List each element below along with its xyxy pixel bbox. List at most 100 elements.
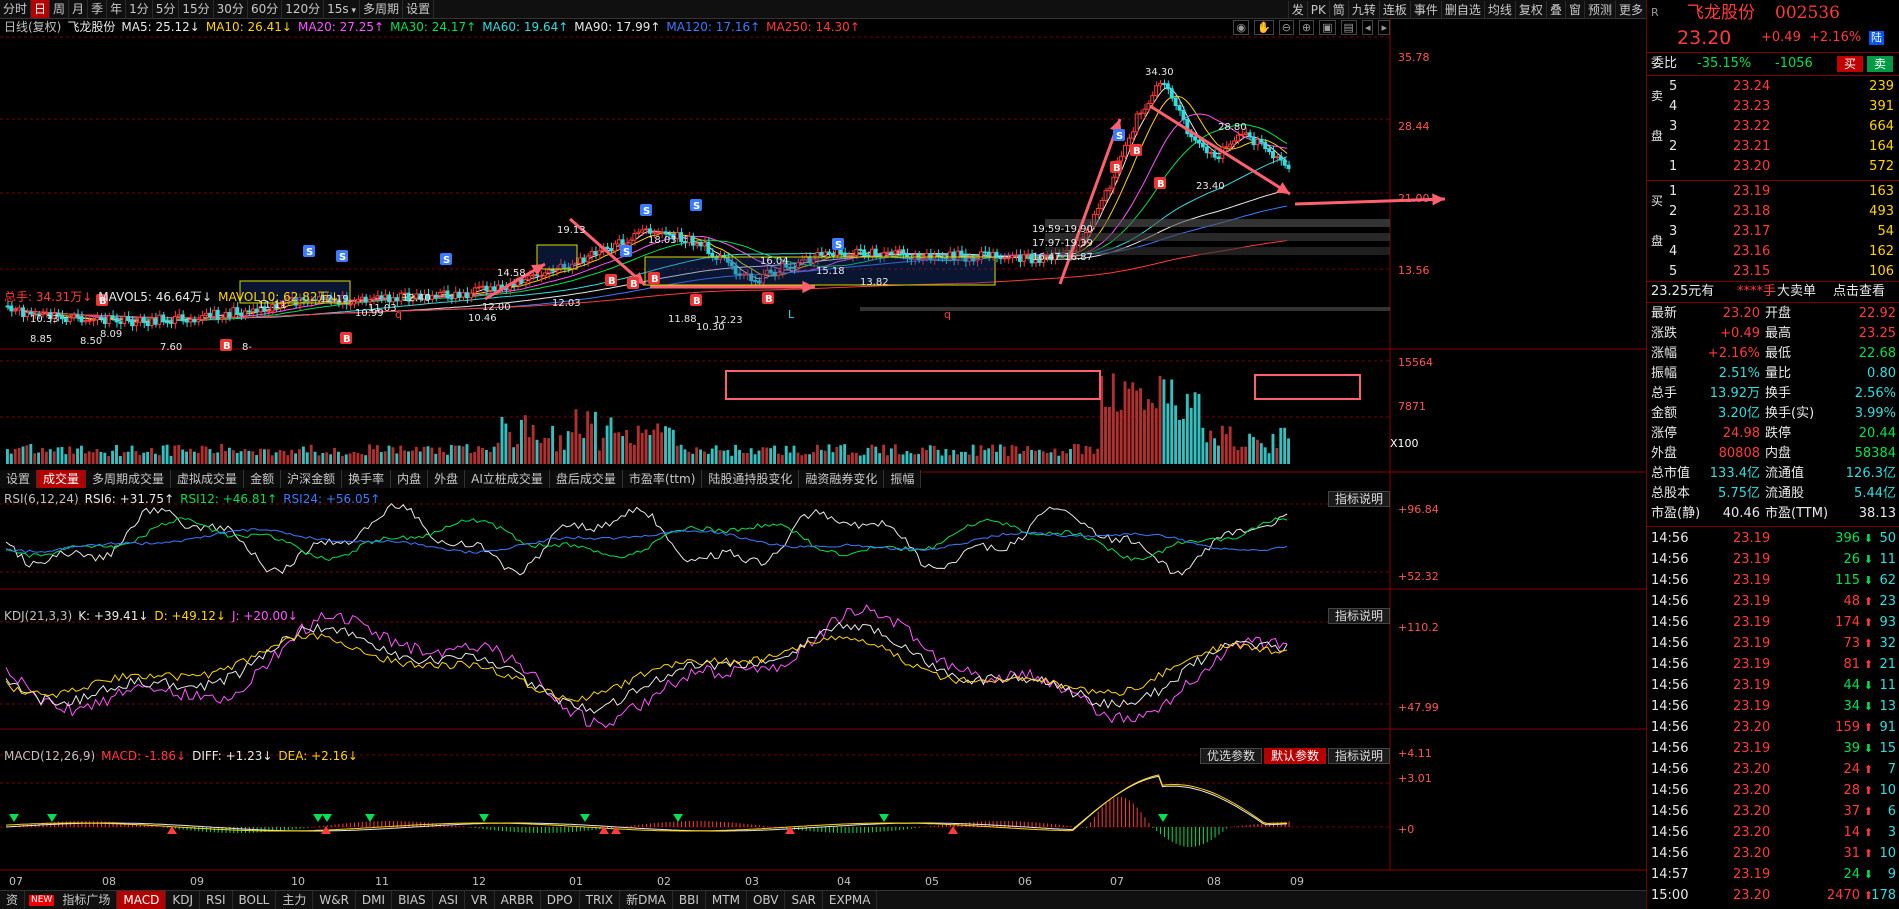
optimize-params-button[interactable]: 优选参数 [1199, 748, 1262, 764]
indicator-tab-11[interactable]: ARBR [495, 891, 541, 909]
eye-icon[interactable]: ◉ [1233, 20, 1249, 35]
volume-tab-13[interactable]: 融资融券变化 [799, 470, 885, 488]
volume-bar [593, 411, 597, 464]
tool-button-2[interactable]: 筒 [1328, 0, 1348, 19]
big-order-view-link[interactable]: 点击查看 [1833, 282, 1885, 302]
tool-button-5[interactable]: 事件 [1409, 0, 1441, 19]
tool-button-6[interactable]: 删自选 [1440, 0, 1484, 19]
macd-help-button[interactable]: 指标说明 [1327, 748, 1390, 764]
asset-tab[interactable]: 资 [0, 891, 26, 909]
volume-tab-4[interactable]: 金额 [244, 470, 282, 488]
volume-tab-11[interactable]: 市盈率(ttm) [623, 470, 703, 488]
big-order-row[interactable]: 23.25元有 ****手 大卖单 点击查看 [1647, 282, 1899, 302]
indicator-tab-6[interactable]: W&R [313, 891, 356, 909]
period-tab-8[interactable]: 15分 [179, 0, 214, 18]
period-tab-1[interactable]: 日 [31, 0, 51, 18]
candle-body [250, 308, 255, 313]
indicator-tab-0[interactable]: 指标广场 [56, 891, 118, 909]
tool-button-10[interactable]: 窗 [1564, 0, 1584, 19]
indicator-tab-2[interactable]: KDJ [166, 891, 200, 909]
indicator-tab-4[interactable]: BOLL [233, 891, 277, 909]
volume-tab-5[interactable]: 沪深金额 [281, 470, 343, 488]
sell-button[interactable]: 卖 [1867, 56, 1893, 72]
volume-tab-14[interactable]: 振幅 [884, 470, 922, 488]
arrow-right-icon[interactable]: ▸ [1378, 20, 1390, 35]
indicator-tab-19[interactable]: EXPMA [823, 891, 878, 909]
tool-button-4[interactable]: 连板 [1378, 0, 1410, 19]
period-tab-11[interactable]: 120分 [282, 0, 325, 18]
period-tab-10[interactable]: 60分 [248, 0, 283, 18]
volume-bar [617, 432, 621, 464]
indicator-tab-14[interactable]: 新DMA [620, 891, 673, 909]
volume-tab-1[interactable]: 成交量 [37, 470, 87, 488]
volume-tab-6[interactable]: 换手率 [342, 470, 392, 488]
tool-button-9[interactable]: 叠 [1545, 0, 1565, 19]
candle-body [831, 253, 835, 256]
indicator-tab-18[interactable]: SAR [785, 891, 823, 909]
indicator-tab-15[interactable]: BBI [673, 891, 706, 909]
tool-button-7[interactable]: 均线 [1483, 0, 1515, 19]
period-tab-7[interactable]: 5分 [153, 0, 180, 18]
default-params-button[interactable]: 默认参数 [1263, 748, 1326, 764]
volume-bar [142, 452, 146, 464]
volume-tab-12[interactable]: 陆股通持股变化 [702, 470, 800, 488]
chart-toggle-icon[interactable]: ▤ [1340, 20, 1357, 35]
period-tab-3[interactable]: 月 [69, 0, 89, 18]
volume-bar [1080, 454, 1084, 464]
big-order-price: 23.25元有 [1651, 284, 1715, 299]
period-tab-5[interactable]: 年 [107, 0, 127, 18]
stock-code: 002536 [1775, 3, 1840, 23]
candle-body [1278, 156, 1283, 161]
lock-icon[interactable]: ▣ [1319, 20, 1336, 35]
volume-bar [936, 449, 940, 464]
candle-body [60, 315, 64, 320]
tick-price: 23.20 [1733, 888, 1771, 903]
minus-icon[interactable]: ⊖ [1278, 20, 1294, 35]
candle-body [698, 242, 703, 247]
volume-tab-3[interactable]: 虚拟成交量 [171, 470, 245, 488]
volume-tab-2[interactable]: 多周期成交量 [86, 470, 172, 488]
rsi-help-button[interactable]: 指标说明 [1327, 491, 1390, 507]
period-tab-6[interactable]: 1分 [126, 0, 153, 18]
tool-button-8[interactable]: 复权 [1514, 0, 1546, 19]
volume-tab-8[interactable]: 外盘 [428, 470, 466, 488]
arrow-left-icon[interactable]: ◂ [1361, 20, 1374, 35]
plus-icon[interactable]: ⊕ [1298, 20, 1315, 35]
indicator-tab-3[interactable]: RSI [200, 891, 233, 909]
buy-button[interactable]: 买 [1837, 56, 1863, 72]
price-annotation-19: 11.88 [668, 314, 697, 325]
tool-button-11[interactable]: 预测 [1583, 0, 1615, 19]
indicator-tab-16[interactable]: MTM [706, 891, 747, 909]
indicator-tab-5[interactable]: 主力 [276, 891, 314, 909]
indicator-tab-1[interactable]: MACD [117, 891, 167, 909]
volume-tab-7[interactable]: 内盘 [391, 470, 429, 488]
kdj-help-button[interactable]: 指标说明 [1327, 608, 1390, 624]
period-tab-14[interactable]: 设置 [403, 0, 435, 18]
indicator-tab-12[interactable]: DPO [541, 891, 580, 909]
indicator-tab-8[interactable]: BIAS [392, 891, 433, 909]
refresh-icon[interactable]: R [1651, 0, 1659, 26]
price-annotation-16: 10.46 [468, 313, 497, 324]
tool-button-1[interactable]: PK [1306, 0, 1329, 19]
volume-tab-10[interactable]: 盘后成交量 [550, 470, 623, 488]
indicator-tab-9[interactable]: ASI [433, 891, 466, 909]
indicator-tab-10[interactable]: VR [465, 891, 495, 909]
volume-tab-9[interactable]: AI立桩成交量 [465, 470, 550, 488]
period-tab-2[interactable]: 周 [50, 0, 70, 18]
volume-bar [543, 437, 547, 464]
period-tab-12[interactable]: 15s [324, 0, 361, 18]
period-tab-4[interactable]: 季 [88, 0, 108, 18]
tool-button-12[interactable]: 更多 [1614, 0, 1646, 19]
period-tab-13[interactable]: 多周期 [360, 0, 404, 18]
tool-button-3[interactable]: 九转 [1347, 0, 1379, 19]
volume-tab-0[interactable]: 设置 [0, 470, 38, 488]
period-tab-9[interactable]: 30分 [214, 0, 248, 18]
period-tab-0[interactable]: 分时 [0, 0, 32, 18]
indicator-tab-7[interactable]: DMI [356, 891, 393, 909]
hand-icon[interactable]: ✋ [1253, 20, 1274, 35]
candle-body [219, 317, 224, 320]
indicator-tab-17[interactable]: OBV [747, 891, 786, 909]
indicator-tab-13[interactable]: TRIX [580, 891, 621, 909]
candle-body [391, 297, 395, 303]
tool-button-0[interactable]: 发 [1287, 0, 1307, 19]
